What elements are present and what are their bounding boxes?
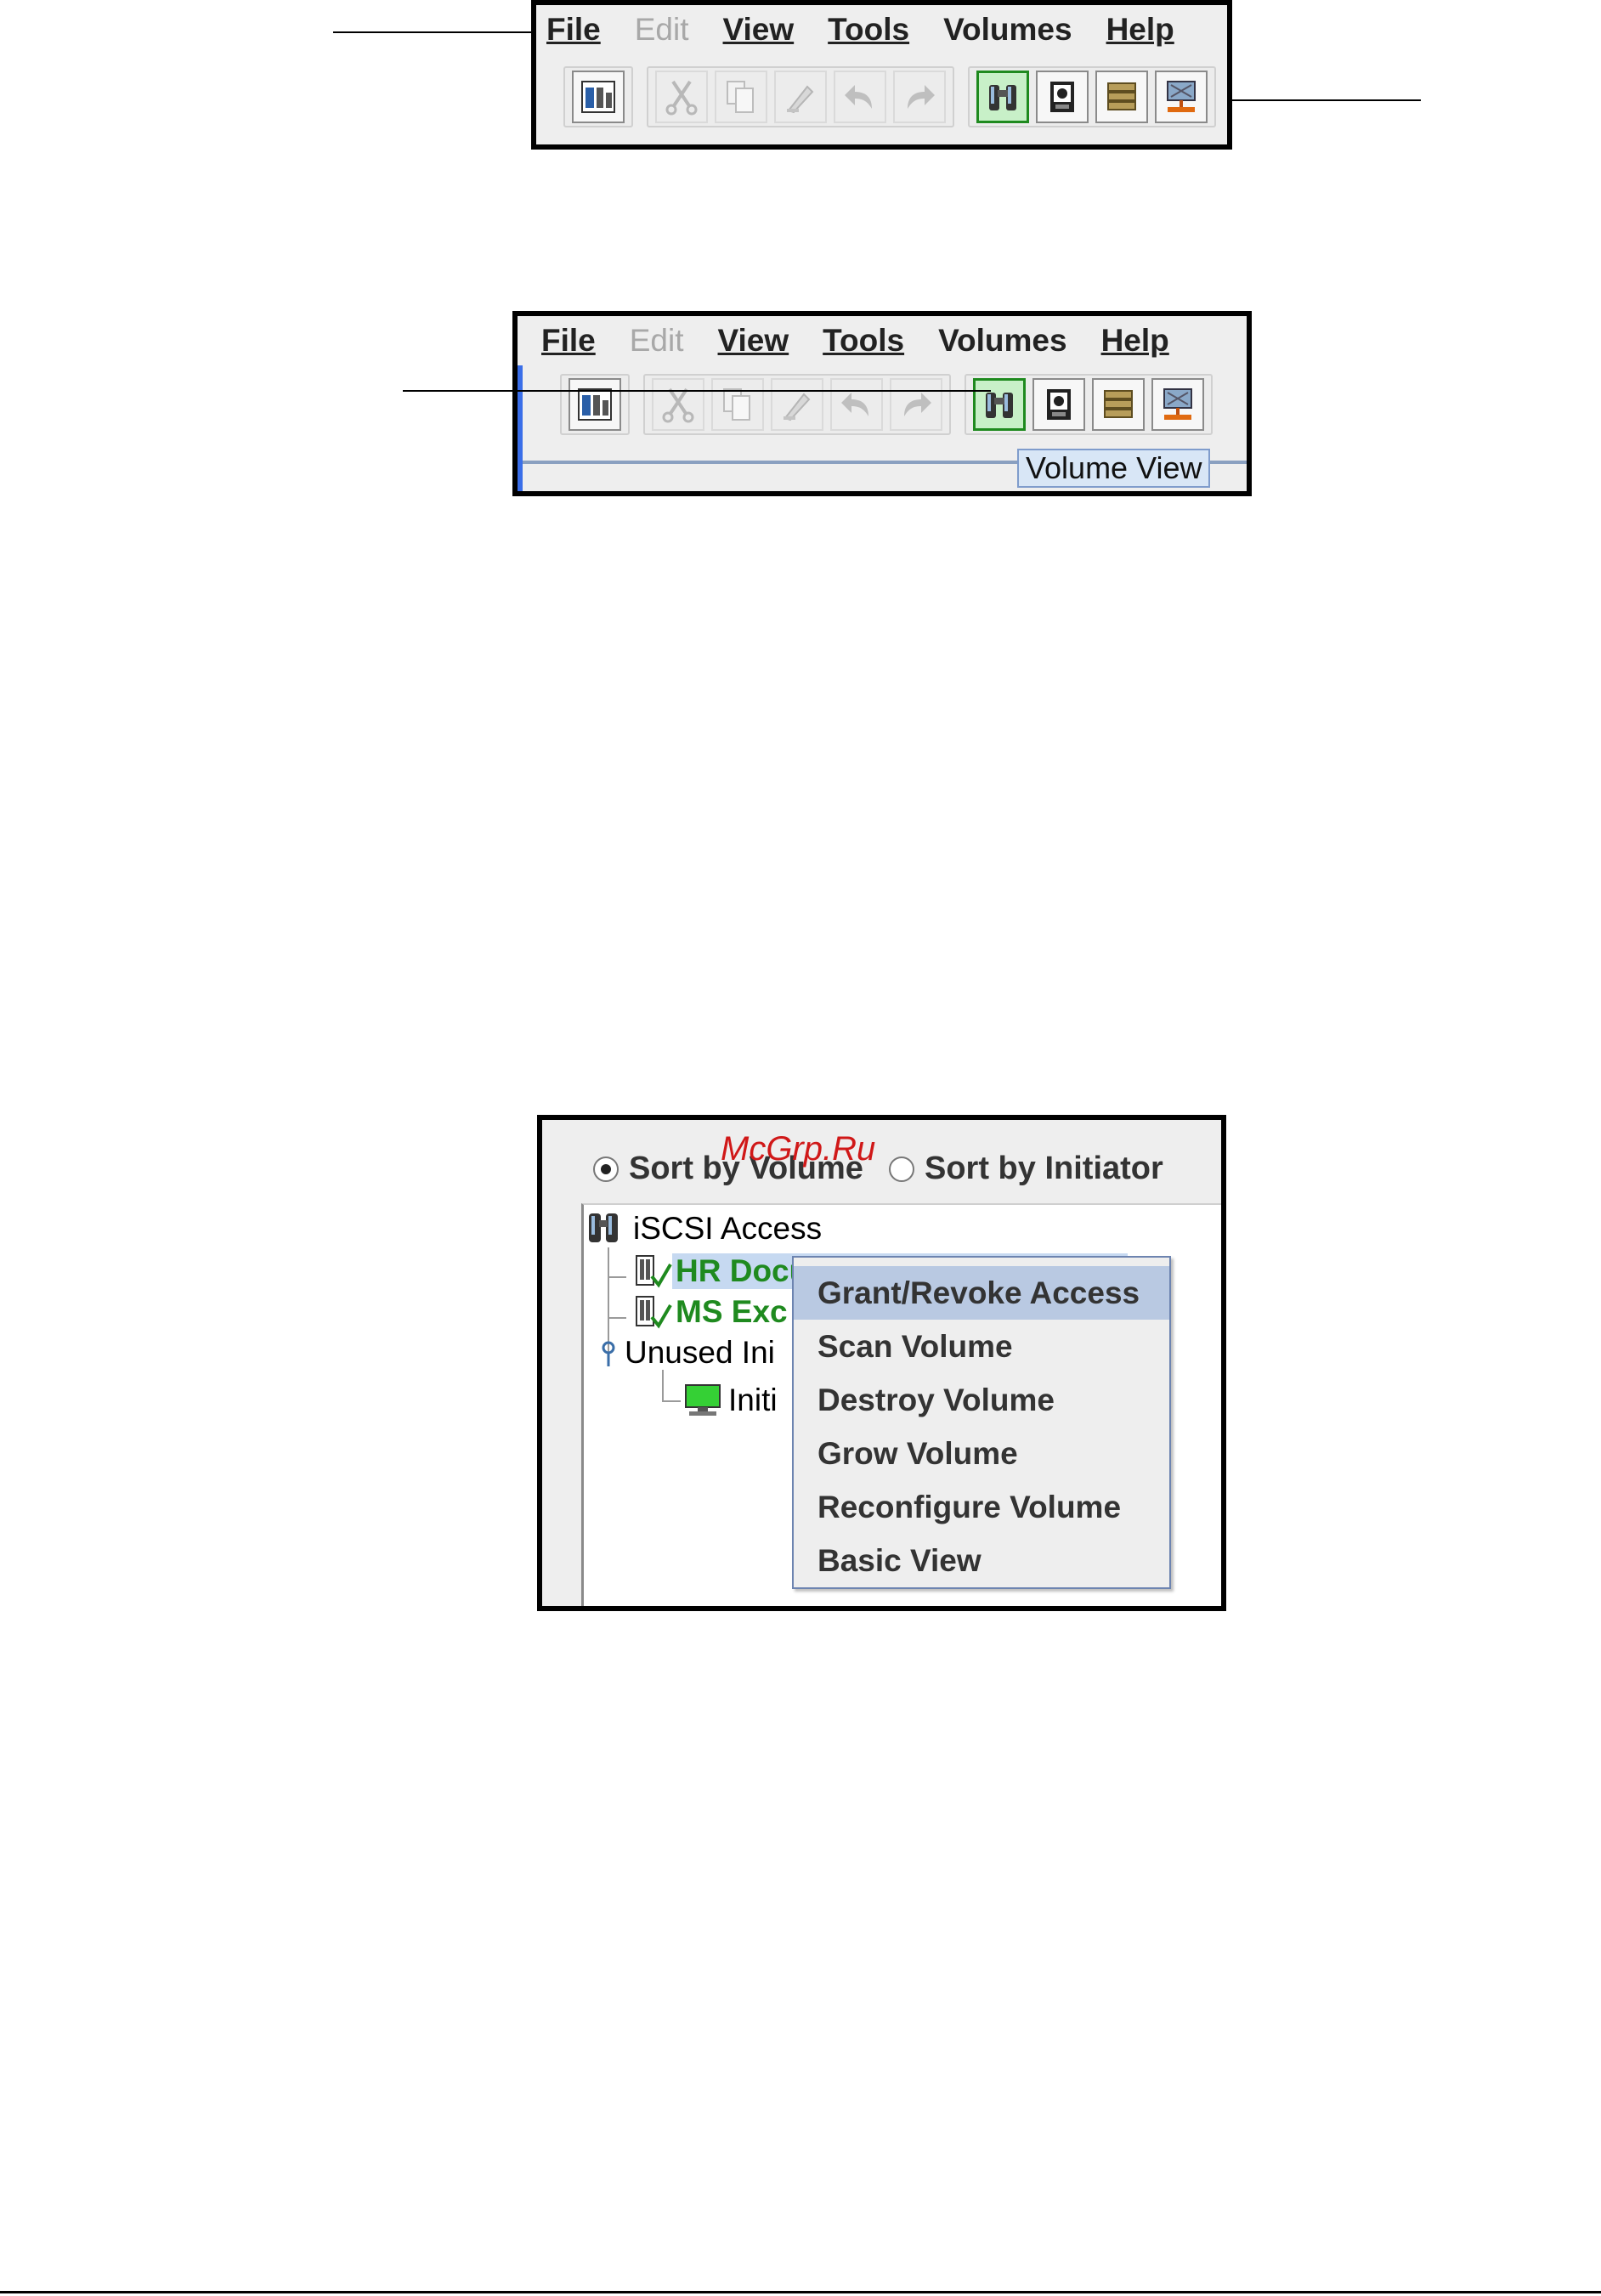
volume-view-button[interactable]: [973, 378, 1026, 431]
context-menu-grant-revoke-access[interactable]: Grant/Revoke Access: [794, 1266, 1169, 1320]
volume-view-button[interactable]: [976, 71, 1029, 123]
toolbar-group-edit: [643, 374, 951, 435]
array-view-icon: [1107, 82, 1136, 110]
toolbar-group-properties: [563, 66, 633, 127]
disk-view-button[interactable]: [1036, 71, 1089, 123]
callout-line-toolbar: [1224, 99, 1421, 101]
watermark: McGrp.Ru: [721, 1130, 876, 1168]
toolbar: [536, 66, 1227, 127]
host-view-icon: [1167, 81, 1196, 112]
redo-button[interactable]: [890, 378, 942, 431]
menu-file[interactable]: File: [546, 12, 601, 48]
paste-button[interactable]: [774, 71, 827, 123]
menu-help[interactable]: Help: [1101, 323, 1169, 359]
host-view-button[interactable]: [1155, 71, 1208, 123]
tree-volume-label-2: MS Exc: [676, 1294, 788, 1329]
toolbar-group-views: [965, 374, 1213, 435]
menu-tools[interactable]: Tools: [823, 323, 904, 359]
tree-unused-label: Unused Ini: [625, 1335, 775, 1370]
menu-edit[interactable]: Edit: [635, 12, 689, 48]
toolbar-group-properties: [560, 374, 630, 435]
menubar-toolbar-figure-2: File Edit View Tools Volumes Help Volume…: [512, 311, 1252, 496]
tree-root-row[interactable]: iSCSI Access: [584, 1210, 825, 1247]
disk-view-button[interactable]: [1032, 378, 1085, 431]
cut-icon: [665, 80, 698, 116]
host-view-button[interactable]: [1151, 378, 1204, 431]
volume-context-menu: Grant/Revoke Access Scan Volume Destroy …: [792, 1256, 1171, 1589]
redo-button[interactable]: [893, 71, 946, 123]
tree-line-branch-1: [608, 1276, 626, 1278]
tree-line-vertical-unused: [662, 1370, 664, 1402]
cut-button[interactable]: [652, 378, 704, 431]
sort-by-initiator-option[interactable]: Sort by Initiator: [889, 1151, 1163, 1187]
iscsi-access-panel-figure: Sort by Volume Sort by Initiator iSCSI A…: [537, 1115, 1226, 1611]
page-bottom-rule: [0, 2291, 1601, 2293]
array-view-button[interactable]: [1095, 71, 1148, 123]
copy-icon: [727, 81, 754, 113]
paste-button[interactable]: [771, 378, 823, 431]
menubar-toolbar-figure-1: File Edit View Tools Volumes Help: [531, 0, 1232, 150]
menubar: File Edit View Tools Volumes Help: [536, 5, 1227, 54]
menubar: File Edit View Tools Volumes Help: [518, 316, 1247, 365]
properties-button[interactable]: [569, 378, 621, 431]
menu-help[interactable]: Help: [1106, 12, 1174, 48]
copy-button[interactable]: [715, 71, 767, 123]
volume-view-tooltip: Volume View: [1017, 449, 1211, 488]
menu-tools[interactable]: Tools: [828, 12, 909, 48]
volume-icon: [636, 1296, 672, 1329]
menu-volumes[interactable]: Volumes: [943, 12, 1072, 48]
toolbar-group-views: [968, 66, 1216, 127]
cut-button[interactable]: [655, 71, 708, 123]
tree-unused-row[interactable]: Unused Ini: [596, 1334, 778, 1371]
menu-file[interactable]: File: [541, 323, 596, 359]
sort-by-initiator-label: Sort by Initiator: [925, 1151, 1163, 1186]
array-view-button[interactable]: [1092, 378, 1145, 431]
radio-checked-icon: [593, 1156, 619, 1182]
initiator-computer-icon: [685, 1384, 721, 1416]
sort-panel: Sort by Volume Sort by Initiator iSCSI A…: [542, 1120, 1221, 1606]
context-menu-destroy-volume[interactable]: Destroy Volume: [794, 1373, 1169, 1427]
properties-button[interactable]: [572, 71, 625, 123]
menu-volumes[interactable]: Volumes: [938, 323, 1066, 359]
copy-button[interactable]: [711, 378, 764, 431]
tree-initiator-row[interactable]: Initi: [682, 1382, 781, 1419]
callout-line-volume-view: [403, 390, 991, 392]
properties-icon: [581, 81, 615, 113]
iscsi-access-icon: [589, 1213, 618, 1242]
toolbar-group-edit: [647, 66, 954, 127]
menu-view[interactable]: View: [723, 12, 795, 48]
context-menu-basic-view[interactable]: Basic View: [794, 1534, 1169, 1587]
volume-icon: [636, 1255, 672, 1288]
context-menu-grow-volume[interactable]: Grow Volume: [794, 1427, 1169, 1480]
tree-key-icon: [602, 1341, 615, 1366]
context-menu-reconfigure-volume[interactable]: Reconfigure Volume: [794, 1480, 1169, 1534]
undo-icon: [845, 85, 872, 109]
tree-volume-row-2[interactable]: MS Exc: [631, 1293, 791, 1331]
callout-line-menubar: [333, 31, 534, 33]
menu-view[interactable]: View: [718, 323, 789, 359]
radio-unchecked-icon: [889, 1156, 914, 1182]
tree-initiator-label: Initi: [728, 1383, 778, 1417]
tree-line-branch-2: [608, 1317, 626, 1319]
redo-icon: [908, 85, 935, 109]
tree-root-label: iSCSI Access: [633, 1211, 823, 1246]
host-view-icon: [1163, 388, 1192, 420]
disk-view-icon: [1047, 389, 1071, 420]
undo-button[interactable]: [834, 71, 886, 123]
volume-view-icon: [989, 85, 1016, 110]
context-menu-scan-volume[interactable]: Scan Volume: [794, 1320, 1169, 1373]
toolbar: [518, 374, 1247, 435]
array-view-icon: [1104, 390, 1133, 418]
tree-line-branch-initiator: [662, 1400, 681, 1402]
menu-edit[interactable]: Edit: [630, 323, 684, 359]
disk-view-icon: [1050, 82, 1074, 112]
paste-icon: [787, 85, 814, 114]
undo-button[interactable]: [830, 378, 883, 431]
